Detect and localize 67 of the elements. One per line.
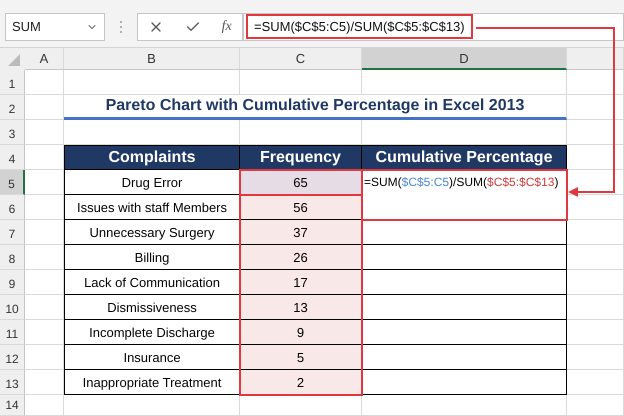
table-cell[interactable] (362, 320, 567, 345)
row-header[interactable]: 5 (0, 170, 25, 195)
grid-cell[interactable] (64, 395, 240, 416)
grid-cell[interactable] (25, 120, 64, 145)
row-header[interactable]: 4 (0, 145, 25, 170)
row-header[interactable]: 9 (0, 270, 25, 295)
column-heading: Frequency (240, 145, 362, 170)
grid-cell[interactable] (25, 395, 64, 416)
grid-cell[interactable] (362, 395, 567, 416)
row-header[interactable]: 10 (0, 295, 25, 320)
drag-handle-icon[interactable] (119, 20, 123, 34)
column-header[interactable]: D (362, 48, 567, 70)
table-cell: 5 (240, 345, 362, 370)
column-header[interactable]: A (25, 48, 64, 70)
row-header[interactable]: 8 (0, 245, 25, 270)
table-cell: 9 (240, 320, 362, 345)
insert-function-button[interactable]: fx (222, 18, 232, 34)
column-header[interactable]: B (64, 48, 240, 70)
grid-cell[interactable] (567, 95, 624, 120)
grid-cell[interactable] (25, 95, 64, 120)
table-cell: 2 (240, 370, 362, 395)
table-cell: Lack of Communication (64, 270, 240, 295)
table-cell[interactable] (362, 220, 567, 245)
table-cell[interactable] (362, 245, 567, 270)
table-cell: Issues with staff Members (64, 195, 240, 220)
grid-cell[interactable] (567, 395, 624, 416)
table-cell: Insurance (64, 345, 240, 370)
table-cell: 56 (240, 195, 362, 220)
table-cell: 37 (240, 220, 362, 245)
table-cell: Dismissiveness (64, 295, 240, 320)
table-cell[interactable] (362, 270, 567, 295)
row-header[interactable]: 2 (0, 95, 25, 120)
table-cell: 65 (240, 170, 362, 195)
grid-cell[interactable] (64, 70, 240, 95)
grid-cell[interactable] (25, 70, 64, 95)
table-cell: Incomplete Discharge (64, 320, 240, 345)
row-header[interactable]: 13 (0, 370, 25, 395)
row-header[interactable]: 11 (0, 320, 25, 345)
grid-cell[interactable] (240, 395, 362, 416)
grid-cell[interactable] (567, 70, 624, 95)
table-cell: Drug Error (64, 170, 240, 195)
column-heading: Complaints (64, 145, 240, 170)
row-header[interactable]: 14 (0, 395, 25, 416)
table-cell[interactable] (362, 345, 567, 370)
grid-cell[interactable] (567, 195, 624, 220)
column-header[interactable] (567, 48, 624, 70)
table-cell: 13 (240, 295, 362, 320)
table-cell[interactable] (362, 295, 567, 320)
table-cell[interactable] (362, 370, 567, 395)
column-header[interactable]: C (240, 48, 362, 70)
row-header[interactable]: 7 (0, 220, 25, 245)
grid-cell[interactable] (240, 70, 362, 95)
grid-cell[interactable] (567, 120, 624, 145)
table-cell: Inappropriate Treatment (64, 370, 240, 395)
sheet-title: Pareto Chart with Cumulative Percentage in Excel 2013 (64, 95, 567, 120)
row-header[interactable]: 12 (0, 345, 25, 370)
row-header[interactable]: 3 (0, 120, 25, 145)
name-box[interactable]: SUM (5, 12, 105, 40)
table-cell: 17 (240, 270, 362, 295)
table-cell: Billing (64, 245, 240, 270)
formula-field[interactable]: =SUM($C$5:C5)/SUM($C$5:$C$13) (243, 12, 624, 40)
row-header[interactable]: 1 (0, 70, 25, 95)
table-cell: Unnecessary Surgery (64, 220, 240, 245)
row-header[interactable]: 6 (0, 195, 25, 220)
column-heading: Cumulative Percentage (362, 145, 567, 170)
table-cell: 26 (240, 245, 362, 270)
grid-cell[interactable] (362, 70, 567, 95)
